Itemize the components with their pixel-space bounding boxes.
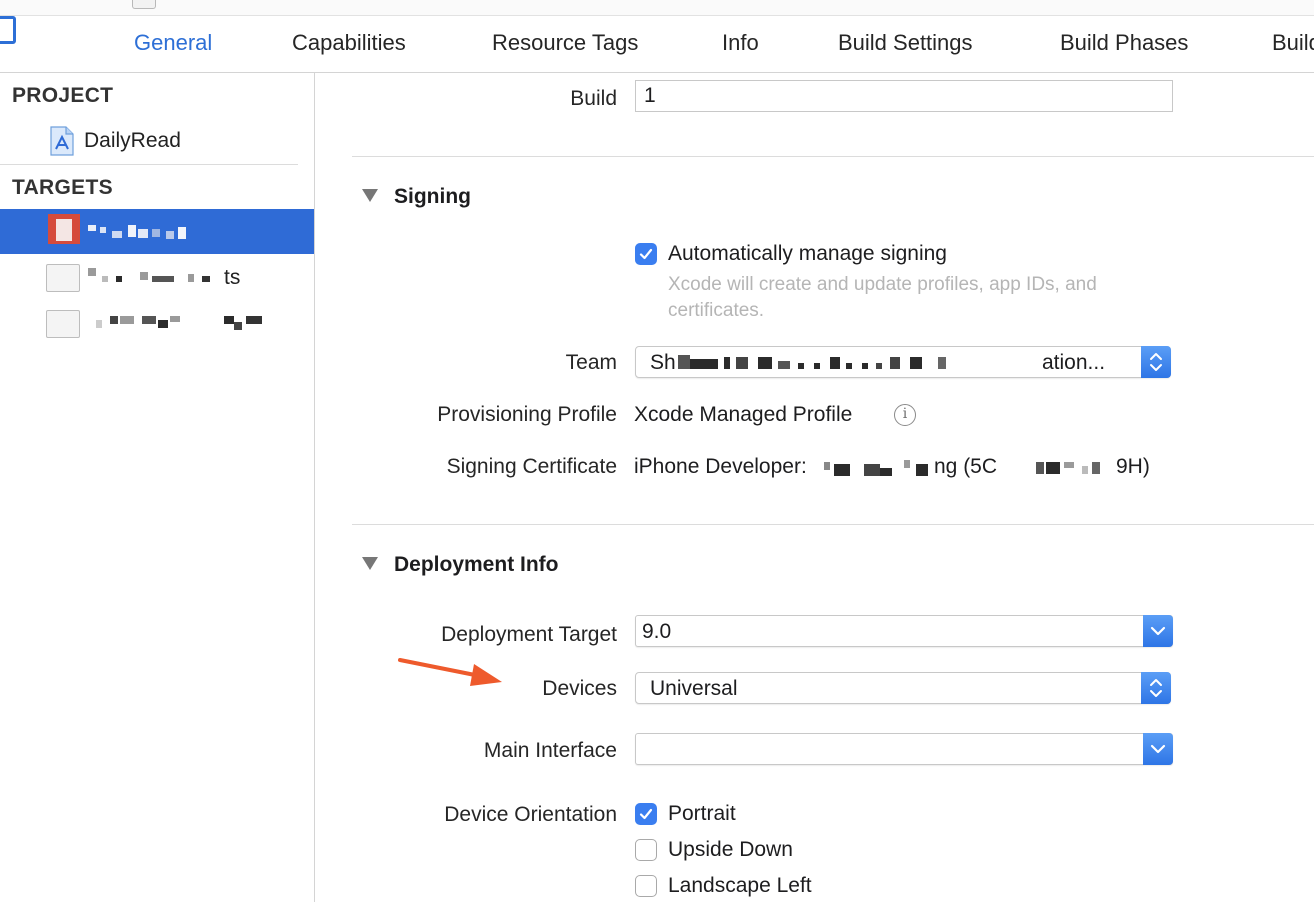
chevron-down-icon[interactable] <box>1143 615 1173 647</box>
provisioning-profile-label: Provisioning Profile <box>437 403 617 426</box>
signing-certificate-label: Signing Certificate <box>446 455 617 478</box>
devices-label: Devices <box>542 677 617 700</box>
tab-build-rules[interactable]: Build <box>1272 30 1314 56</box>
main-interface-label: Main Interface <box>483 739 617 762</box>
tab-resource-tags[interactable]: Resource Tags <box>492 30 638 56</box>
orientation-upside-down-label[interactable]: Upside Down <box>668 838 793 862</box>
checkmark-icon <box>639 248 653 260</box>
chevron-down-icon[interactable] <box>1143 733 1173 765</box>
tab-capabilities[interactable]: Capabilities <box>292 30 406 56</box>
auto-signing-label[interactable]: Automatically manage signing <box>668 242 947 266</box>
devices-popup[interactable]: Universal <box>635 672 1171 704</box>
section-divider <box>352 156 1314 157</box>
targets-section-header: TARGETS <box>12 176 113 199</box>
sidebar-divider[interactable] <box>314 73 315 902</box>
editor-tab-bar: General Capabilities Resource Tags Info … <box>0 16 1314 73</box>
project-item-dailyread[interactable]: DailyRead <box>84 129 181 153</box>
up-down-chevron-icon <box>1141 346 1171 378</box>
tab-build-settings[interactable]: Build Settings <box>838 30 973 56</box>
tab-build-phases[interactable]: Build Phases <box>1060 30 1188 56</box>
info-icon[interactable]: i <box>894 404 916 426</box>
tab-general[interactable]: General <box>134 30 212 56</box>
certificate-prefix: iPhone Developer: <box>634 455 807 478</box>
signing-section-title: Signing <box>394 185 471 208</box>
build-label: Build <box>570 87 617 110</box>
up-down-chevron-icon <box>1141 672 1171 704</box>
deployment-section-title: Deployment Info <box>394 553 559 576</box>
target-name-suffix: ts <box>224 266 241 289</box>
sidebar-separator <box>0 164 298 165</box>
redacted-team-name <box>678 355 1048 371</box>
certificate-id-suffix: 9H) <box>1116 455 1150 478</box>
deployment-target-label: Deployment Target <box>441 623 617 646</box>
sidebar-toggle-icon[interactable] <box>0 16 16 44</box>
auto-signing-hint: Xcode will create and update profiles, a… <box>668 274 1097 321</box>
project-section-header: PROJECT <box>12 84 114 107</box>
team-label: Team <box>565 351 617 374</box>
app-target-icon <box>48 214 80 244</box>
project-file-icon <box>50 126 74 156</box>
devices-value: Universal <box>650 677 738 700</box>
redacted-developer-name <box>820 460 950 476</box>
orientation-landscape-left-checkbox[interactable] <box>635 875 657 897</box>
deployment-target-value: 9.0 <box>642 620 672 643</box>
deployment-target-combobox[interactable]: 9.0 <box>635 615 1173 647</box>
orientation-portrait-label[interactable]: Portrait <box>668 802 736 826</box>
redacted-target-name <box>88 268 228 286</box>
redacted-target-name <box>88 223 188 241</box>
team-value-end: ation... <box>1042 351 1106 374</box>
extension-target-icon <box>46 310 80 338</box>
auto-signing-checkbox[interactable] <box>635 243 657 265</box>
team-value-start: Sh <box>650 351 676 374</box>
orientation-upside-down-checkbox[interactable] <box>635 839 657 861</box>
disclosure-triangle-icon[interactable] <box>362 189 378 202</box>
provisioning-profile-value: Xcode Managed Profile <box>634 403 853 426</box>
redacted-certificate-id <box>1036 460 1116 476</box>
device-orientation-label: Device Orientation <box>444 803 617 826</box>
certificate-name-fragment: ng (5C <box>934 455 998 478</box>
team-popup[interactable]: Sh ation... <box>635 346 1171 378</box>
orientation-landscape-left-label[interactable]: Landscape Left <box>668 874 812 898</box>
main-interface-combobox[interactable] <box>635 733 1173 765</box>
build-number-field[interactable]: 1 <box>635 80 1173 112</box>
toolbar-control-remnant <box>132 0 156 9</box>
checkmark-icon <box>639 808 653 820</box>
target-row-selected[interactable] <box>0 209 314 254</box>
extension-target-icon <box>46 264 80 292</box>
redacted-target-name <box>96 314 266 332</box>
tab-info[interactable]: Info <box>722 30 759 56</box>
orientation-portrait-checkbox[interactable] <box>635 803 657 825</box>
section-divider <box>352 524 1314 525</box>
disclosure-triangle-icon[interactable] <box>362 557 378 570</box>
window-top-strip <box>0 0 1314 16</box>
